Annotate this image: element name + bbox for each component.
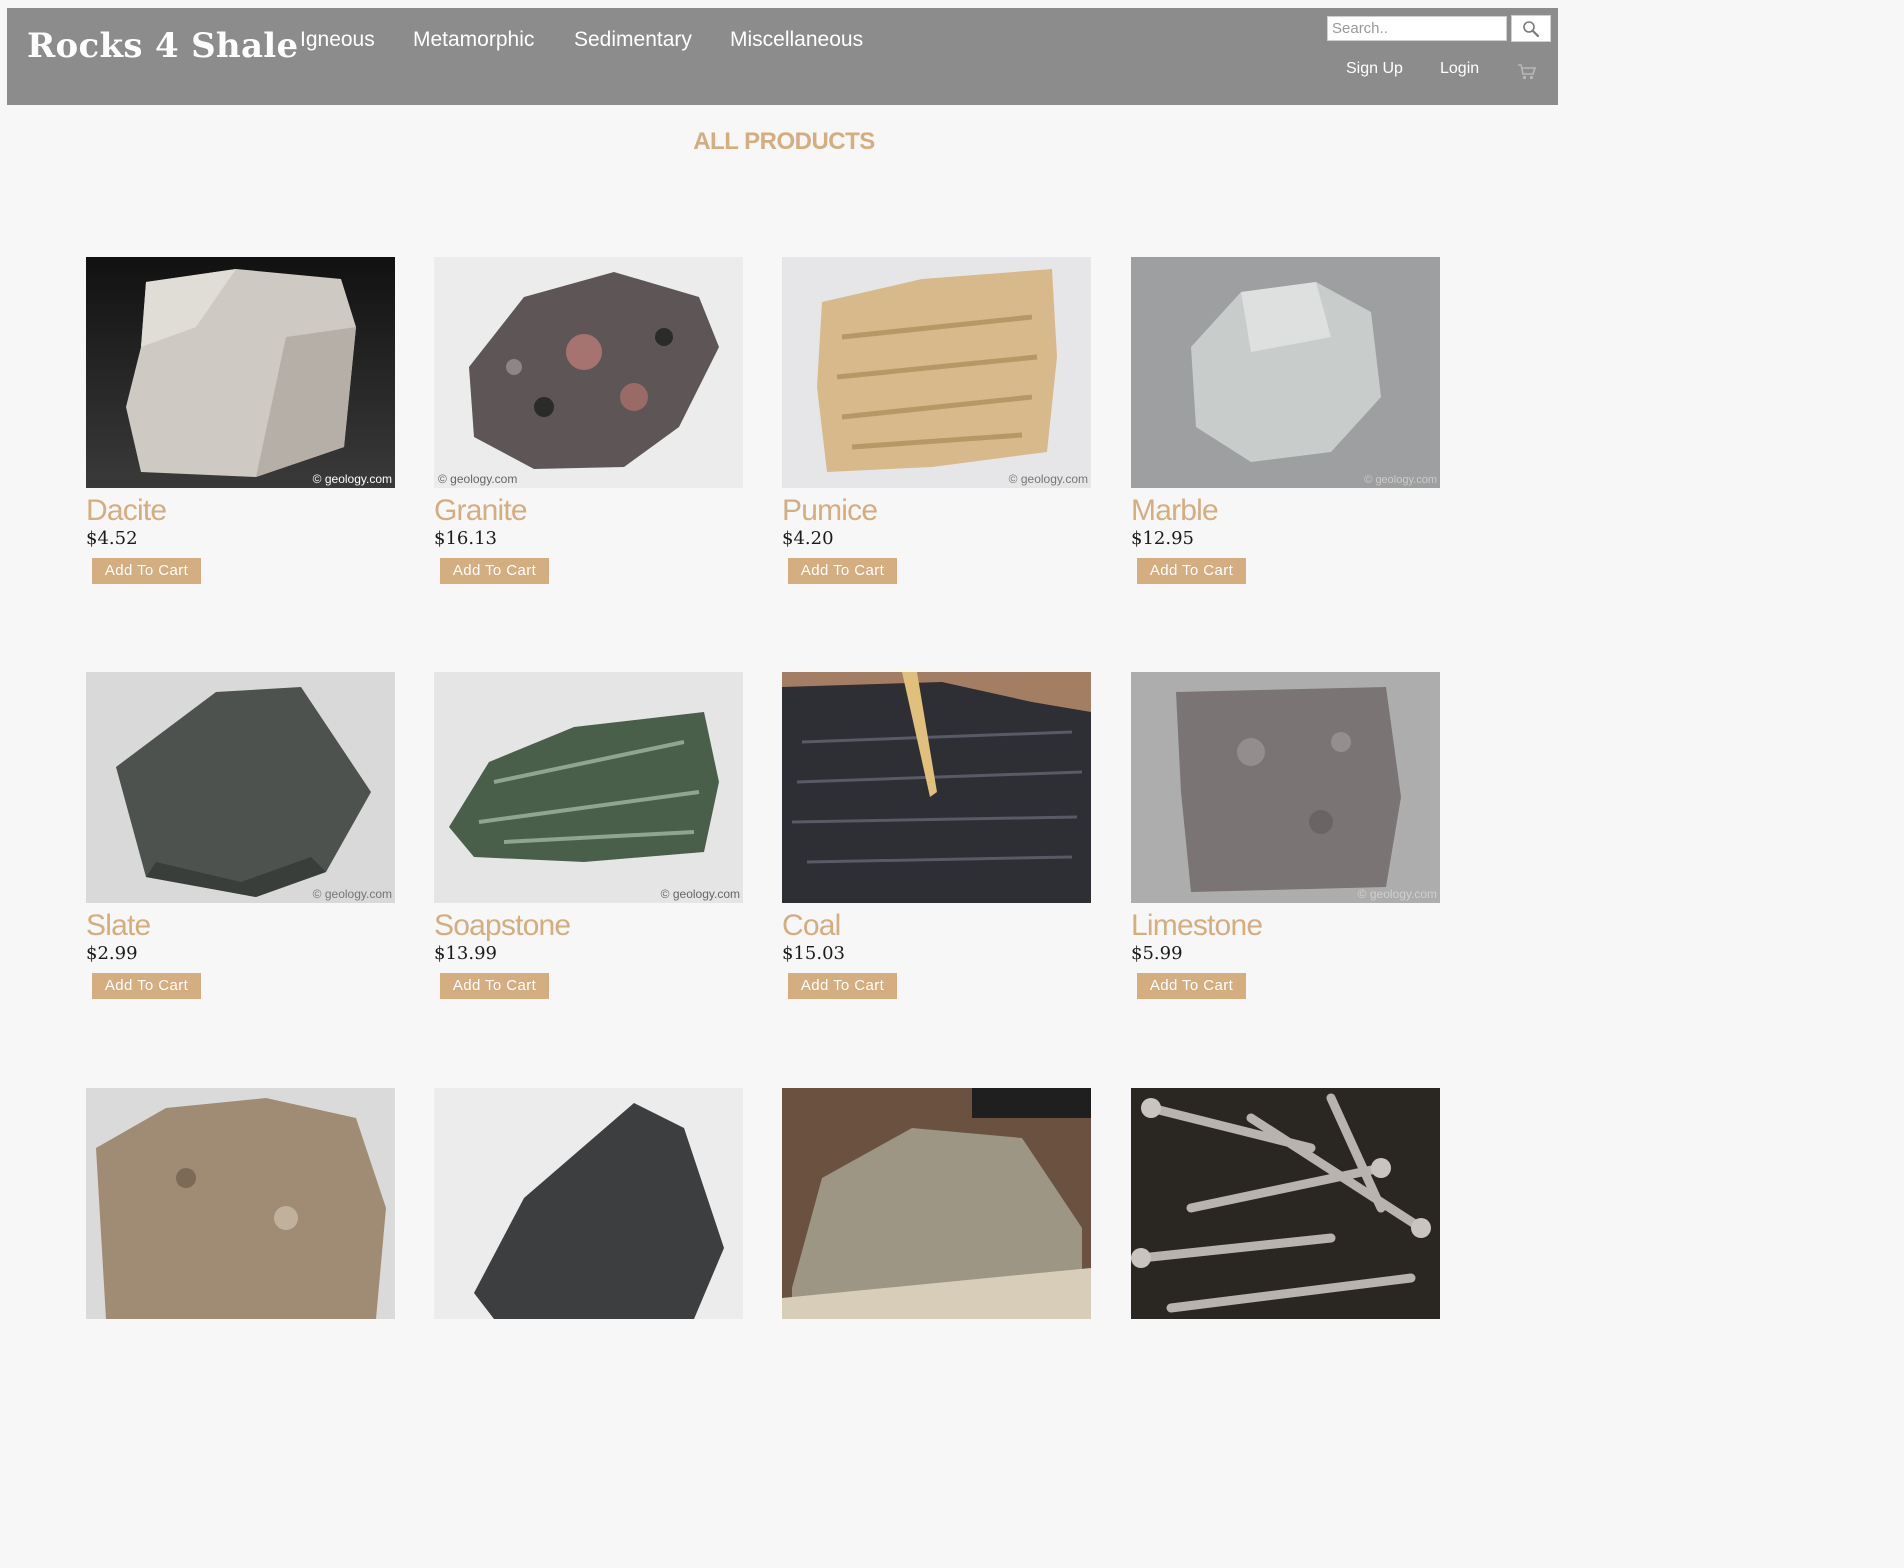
product-card-granite: © geology.com Granite $16.13 Add To Cart xyxy=(434,257,743,584)
product-price: $4.52 xyxy=(86,528,138,549)
add-to-cart-button[interactable]: Add To Cart xyxy=(440,973,549,999)
product-image[interactable] xyxy=(434,1088,743,1319)
product-name[interactable]: Coal xyxy=(782,909,1091,943)
product-name[interactable]: Dacite xyxy=(86,494,395,528)
page-title: ALL PRODUCTS xyxy=(693,128,875,155)
nav-metamorphic[interactable]: Metamorphic xyxy=(413,28,534,52)
product-name[interactable]: Soapstone xyxy=(434,909,743,943)
product-name[interactable]: Slate xyxy=(86,909,395,943)
product-image-dacite[interactable]: © geology.com xyxy=(86,257,395,488)
add-to-cart-button[interactable]: Add To Cart xyxy=(788,558,897,584)
watermark-text: © geology.com xyxy=(1364,474,1437,486)
product-price: $13.99 xyxy=(434,943,497,964)
product-card-slate: © geology.com Slate $2.99 Add To Cart xyxy=(86,672,395,999)
watermark-text: © geology.com xyxy=(313,887,392,901)
nav-miscellaneous[interactable]: Miscellaneous xyxy=(730,28,863,52)
product-image[interactable] xyxy=(86,1088,395,1319)
product-price: $12.95 xyxy=(1131,528,1194,549)
search-input[interactable] xyxy=(1327,16,1507,41)
product-name[interactable]: Marble xyxy=(1131,494,1440,528)
shopping-cart-icon[interactable] xyxy=(1517,63,1537,81)
add-to-cart-button[interactable]: Add To Cart xyxy=(92,973,201,999)
magnifier-icon xyxy=(1523,20,1540,37)
product-card-row3-4 xyxy=(1131,1088,1440,1319)
add-to-cart-button[interactable]: Add To Cart xyxy=(1137,973,1246,999)
product-image-limestone[interactable]: © geology.com xyxy=(1131,672,1440,903)
watermark-text: © geology.com xyxy=(1009,472,1088,486)
product-price: $15.03 xyxy=(782,943,845,964)
product-image-marble[interactable]: © geology.com xyxy=(1131,257,1440,488)
watermark-text: © geology.com xyxy=(438,472,517,486)
svg-text:© geology.com: © geology.com xyxy=(1364,474,1437,486)
add-to-cart-button[interactable]: Add To Cart xyxy=(788,973,897,999)
product-image-granite[interactable]: © geology.com xyxy=(434,257,743,488)
nav-igneous[interactable]: Igneous xyxy=(300,28,375,52)
svg-text:© geology.com: © geology.com xyxy=(661,887,740,901)
product-card-marble: © geology.com Marble $12.95 Add To Cart xyxy=(1131,257,1440,584)
product-card-coal: Coal $15.03 Add To Cart xyxy=(782,672,1091,999)
product-card-soapstone: © geology.com Soapstone $13.99 Add To Ca… xyxy=(434,672,743,999)
nav-sedimentary[interactable]: Sedimentary xyxy=(574,28,692,52)
svg-text:© geology.com: © geology.com xyxy=(438,472,517,486)
svg-text:© geology.com: © geology.com xyxy=(313,887,392,901)
add-to-cart-button[interactable]: Add To Cart xyxy=(92,558,201,584)
product-card-row3-2 xyxy=(434,1088,743,1319)
add-to-cart-button[interactable]: Add To Cart xyxy=(440,558,549,584)
brand-logo[interactable]: Rocks 4 Shale xyxy=(27,26,298,66)
product-card-row3-1 xyxy=(86,1088,395,1319)
svg-text:© geology.com: © geology.com xyxy=(313,472,392,486)
product-name[interactable]: Granite xyxy=(434,494,743,528)
product-image[interactable] xyxy=(1131,1088,1440,1319)
product-price: $5.99 xyxy=(1131,943,1183,964)
product-price: $4.20 xyxy=(782,528,834,549)
watermark-text: © geology.com xyxy=(1358,887,1437,901)
product-price: $16.13 xyxy=(434,528,497,549)
product-name[interactable]: Pumice xyxy=(782,494,1091,528)
svg-text:© geology.com: © geology.com xyxy=(1358,887,1437,901)
product-image-coal[interactable] xyxy=(782,672,1091,903)
product-card-pumice: © geology.com Pumice $4.20 Add To Cart xyxy=(782,257,1091,584)
product-card-dacite: © geology.com Dacite $4.52 Add To Cart xyxy=(86,257,395,584)
product-name[interactable]: Limestone xyxy=(1131,909,1440,943)
product-image-slate[interactable]: © geology.com xyxy=(86,672,395,903)
product-image[interactable] xyxy=(782,1088,1091,1319)
search-button[interactable] xyxy=(1511,15,1551,42)
watermark-text: © geology.com xyxy=(313,472,392,486)
product-image-pumice[interactable]: © geology.com xyxy=(782,257,1091,488)
sign-up-link[interactable]: Sign Up xyxy=(1346,60,1403,78)
watermark-text: © geology.com xyxy=(661,887,740,901)
login-link[interactable]: Login xyxy=(1440,60,1479,78)
product-card-limestone: © geology.com Limestone $5.99 Add To Car… xyxy=(1131,672,1440,999)
product-card-row3-3 xyxy=(782,1088,1091,1319)
navbar: Rocks 4 Shale Igneous Metamorphic Sedime… xyxy=(7,8,1558,105)
product-price: $2.99 xyxy=(86,943,138,964)
svg-text:© geology.com: © geology.com xyxy=(1009,472,1088,486)
add-to-cart-button[interactable]: Add To Cart xyxy=(1137,558,1246,584)
product-image-soapstone[interactable]: © geology.com xyxy=(434,672,743,903)
